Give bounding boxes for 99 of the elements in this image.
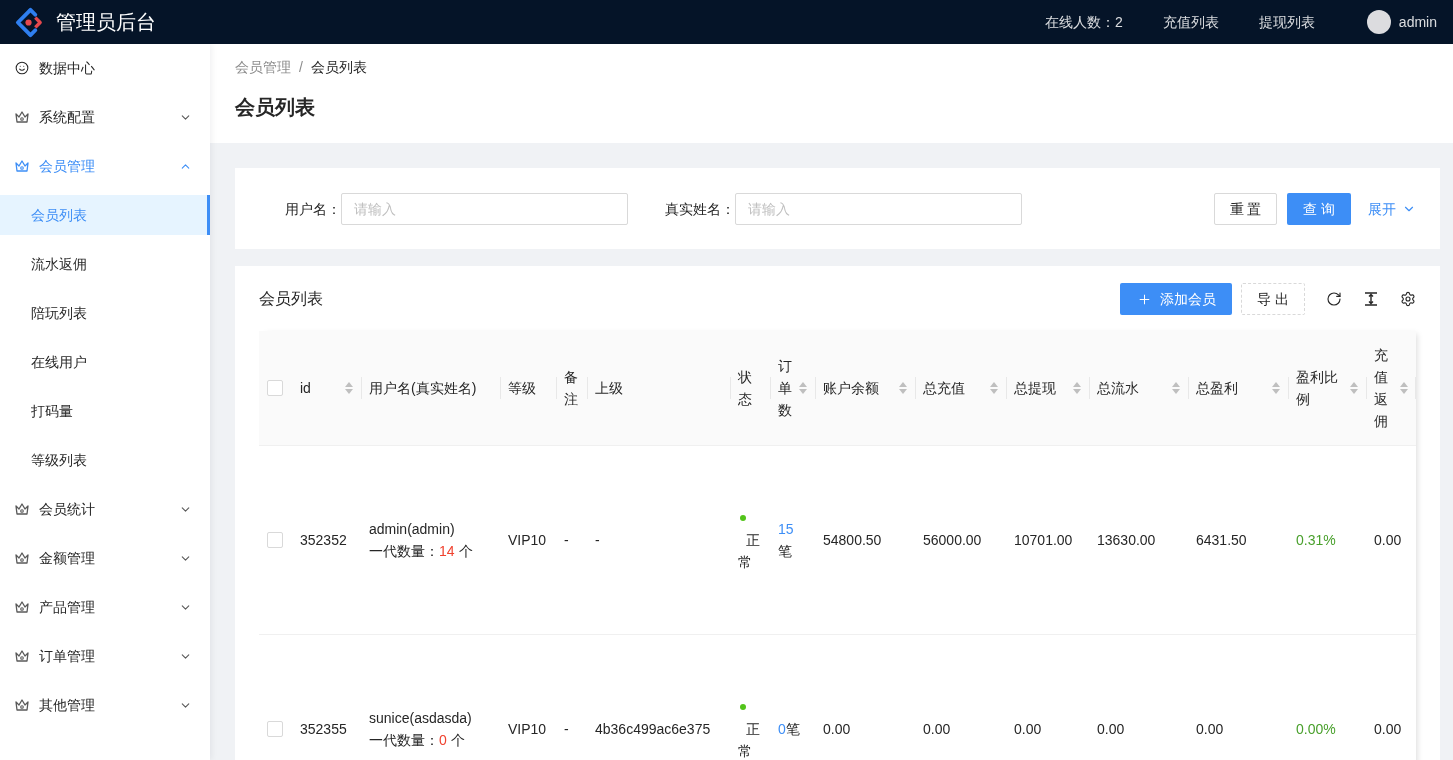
crown-icon xyxy=(15,111,29,123)
plus-icon xyxy=(1136,291,1152,307)
status-text: 正常 xyxy=(738,531,760,572)
remark-text: - xyxy=(564,532,569,548)
recharge-text: 0.00 xyxy=(923,721,951,737)
turnover-text: 13630.00 xyxy=(1097,532,1156,548)
column-header: 充值返佣 xyxy=(1374,346,1389,431)
level-text: VIP10 xyxy=(508,532,547,548)
avatar-icon[interactable] xyxy=(1366,10,1391,34)
menu-item[interactable]: 在线用户 xyxy=(0,342,210,382)
parent-text: - xyxy=(595,532,600,548)
breadcrumb-separator: / xyxy=(299,58,303,77)
username-text: admin(admin) xyxy=(369,520,456,539)
checkbox[interactable] xyxy=(267,532,283,548)
column-header: 总盈利 xyxy=(1196,379,1238,398)
column-header: 账户余额 xyxy=(823,379,879,398)
crown-icon xyxy=(15,601,29,613)
column-header: 总提现 xyxy=(1014,379,1056,398)
smile-icon xyxy=(15,61,29,75)
order-unit-text: 笔 xyxy=(778,543,792,559)
withdraw-text: 0.00 xyxy=(1014,721,1042,737)
checkbox[interactable] xyxy=(267,380,283,396)
menu-item[interactable]: 流水返佣 xyxy=(0,244,210,284)
crown-icon xyxy=(15,160,29,172)
remark-text: - xyxy=(564,721,569,737)
level-text: VIP10 xyxy=(508,721,547,737)
member-count-text: 一代数量：0 个 xyxy=(369,731,466,750)
turnover-text: 0.00 xyxy=(1097,721,1125,737)
sort-icon[interactable] xyxy=(1350,381,1358,395)
expand-link[interactable]: 展开 xyxy=(1368,198,1416,219)
breadcrumb-item: 会员列表 xyxy=(310,58,367,77)
rebate-text: 0.00 xyxy=(1374,532,1402,548)
logo-icon xyxy=(14,6,45,38)
online-count-text: 在线人数：2 xyxy=(1045,13,1123,32)
recharge-text: 56000.00 xyxy=(923,532,982,548)
column-header: 总流水 xyxy=(1097,379,1139,398)
menu-item[interactable]: 数据中心 xyxy=(0,48,210,88)
sort-icon[interactable] xyxy=(899,381,907,395)
rebate-text: 0.00 xyxy=(1374,721,1402,737)
withdraw-text: 10701.00 xyxy=(1014,532,1073,548)
nav-link[interactable]: 提现列表 xyxy=(1258,12,1315,32)
member-id: 352352 xyxy=(300,532,347,548)
column-header: 等级 xyxy=(508,379,536,398)
sort-icon[interactable] xyxy=(1172,381,1180,395)
row-height-icon[interactable] xyxy=(1363,291,1379,307)
parent-text: 4b36c499ac6e375 xyxy=(595,721,711,737)
export-button[interactable]: 导 出 xyxy=(1241,283,1305,315)
crown-icon xyxy=(15,552,29,564)
sort-icon[interactable] xyxy=(990,381,998,395)
crown-icon xyxy=(15,699,29,711)
submenu-title[interactable]: 其他管理 xyxy=(0,685,210,725)
page-title: 会员列表 xyxy=(235,95,316,120)
reload-icon[interactable] xyxy=(1326,291,1342,307)
profit-text: 0.00 xyxy=(1196,721,1224,737)
sort-icon[interactable] xyxy=(1400,381,1408,395)
crown-icon xyxy=(15,503,29,515)
order-unit-text: 笔 xyxy=(785,721,800,737)
field-label: 用户名： xyxy=(284,199,341,219)
menu-item[interactable]: 陪玩列表 xyxy=(0,293,210,333)
menu-item[interactable]: 等级列表 xyxy=(0,440,210,480)
status-text: 正常 xyxy=(738,720,760,760)
balance-text: 54800.50 xyxy=(823,532,882,548)
member-id: 352355 xyxy=(300,721,347,737)
nav-link[interactable]: 充值列表 xyxy=(1162,12,1219,32)
app-title: 管理员后台 xyxy=(56,10,156,35)
column-header: 备注 xyxy=(564,368,579,409)
column-header: id xyxy=(300,379,311,398)
sort-icon[interactable] xyxy=(1272,381,1280,395)
column-header: 订单数 xyxy=(778,357,793,420)
column-header: 盈利比例 xyxy=(1296,368,1339,409)
submenu-title[interactable]: 会员统计 xyxy=(0,489,210,529)
sort-icon[interactable] xyxy=(1073,381,1081,395)
settings-icon[interactable] xyxy=(1400,291,1416,307)
sort-icon[interactable] xyxy=(345,381,353,395)
menu-item[interactable]: 打码量 xyxy=(0,391,210,431)
profit-ratio-text: 0.00% xyxy=(1296,721,1336,737)
submenu-title[interactable]: 金额管理 xyxy=(0,538,210,578)
username-text: sunice(asdasda) xyxy=(369,709,473,728)
reset-button[interactable]: 重 置 xyxy=(1214,192,1277,225)
field-label: 真实姓名： xyxy=(664,199,735,219)
profit-text: 6431.50 xyxy=(1196,532,1247,548)
checkbox[interactable] xyxy=(267,721,283,737)
breadcrumb-item[interactable]: 会员管理 xyxy=(235,56,291,78)
crown-icon xyxy=(15,650,29,662)
submenu-title[interactable]: 产品管理 xyxy=(0,587,210,627)
column-header: 总充值 xyxy=(923,379,965,398)
submenu-title[interactable]: 系统配置 xyxy=(0,97,210,137)
column-header: 上级 xyxy=(595,379,623,398)
search-input[interactable]: 请输入 xyxy=(341,192,628,225)
submenu-title[interactable]: 订单管理 xyxy=(0,636,210,676)
balance-text: 0.00 xyxy=(823,721,851,737)
card-title: 会员列表 xyxy=(259,289,323,309)
user-name[interactable]: admin xyxy=(1398,12,1437,32)
column-header: 状态 xyxy=(738,368,753,409)
column-header: 用户名(真实姓名) xyxy=(369,379,477,398)
sort-icon[interactable] xyxy=(799,381,807,395)
profit-ratio-text: 0.31% xyxy=(1296,532,1336,548)
search-input[interactable]: 请输入 xyxy=(735,192,1022,225)
member-count-text: 一代数量：14 个 xyxy=(369,542,474,561)
